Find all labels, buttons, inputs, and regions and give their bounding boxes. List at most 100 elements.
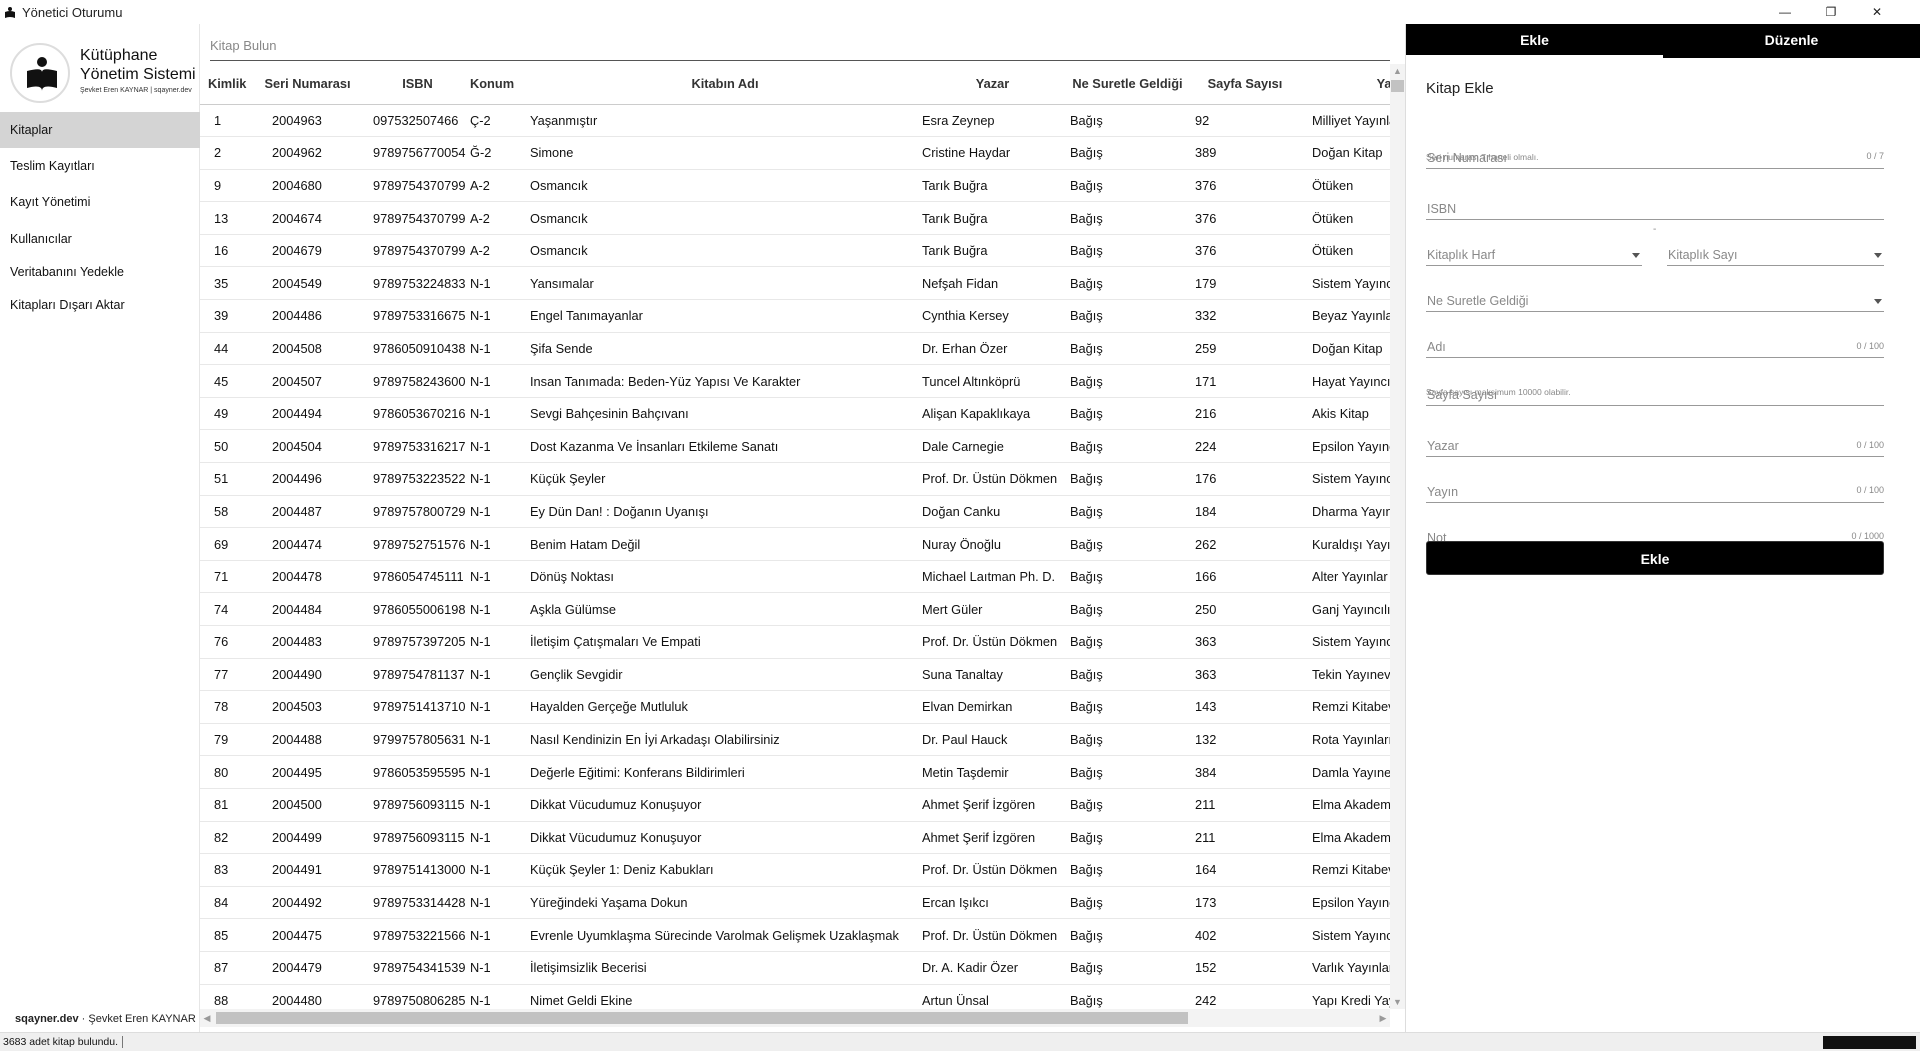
serial-number-counter: 0 / 7	[1866, 151, 1884, 161]
table-row[interactable]: 39 2004486 9789753316675 N-1 Engel Tanımayan…	[200, 299, 1390, 333]
shelf-letter-select[interactable]: Kitaplık Harf	[1426, 242, 1642, 266]
table-cell: 9789750806285	[365, 984, 470, 1009]
table-row[interactable]: 9 2004680 9789754370799 A-2 Osmancık Tarık Bu…	[200, 169, 1390, 203]
table-row[interactable]: 85 2004475 9789753221566 N-1 Evrenle Uyumkla…	[200, 918, 1390, 952]
sidebar-item-backup[interactable]: Veritabanını Yedekle	[0, 254, 200, 290]
table-cell: Nefşah Fidan	[920, 266, 1065, 301]
table-cell: Michael Laıtman Ph. D.	[920, 560, 1065, 594]
scroll-left-arrow-icon[interactable]: ◀	[200, 1009, 214, 1027]
table-cell: Akis Kitap	[1300, 397, 1390, 431]
table-row[interactable]: 78 2004503 9789751413710 N-1 Hayalden Gerçeğ…	[200, 690, 1390, 724]
column-header[interactable]: Kimlik	[200, 64, 250, 105]
table-cell: 242	[1190, 984, 1300, 1009]
table-cell: N-1	[470, 821, 530, 855]
vertical-scrollbar[interactable]: ▲ ▼	[1390, 64, 1405, 1009]
book-name-field[interactable]: Adı	[1426, 334, 1884, 358]
column-header[interactable]: Ne Suretle Geldiği	[1065, 64, 1190, 105]
author-field[interactable]: Yazar	[1426, 433, 1884, 457]
publisher-field[interactable]: Yayın	[1426, 479, 1884, 503]
horizontal-scroll-thumb[interactable]	[216, 1012, 1188, 1024]
acquisition-select[interactable]: Ne Suretle Geldiği	[1426, 288, 1884, 312]
column-header[interactable]: Yazar	[920, 64, 1065, 105]
table-row[interactable]: 87 2004479 9789754341539 N-1 İletişimsizlik …	[200, 951, 1390, 985]
table-row[interactable]: 80 2004495 9786053595595 N-1 Değerle Eğitimi…	[200, 755, 1390, 789]
table-cell: 2004962	[250, 136, 365, 170]
table-row[interactable]: 2 2004962 9789756770054 Ğ-2 Simone Cristine H…	[200, 136, 1390, 170]
table-row[interactable]: 1 2004963 097532507466 Ç-2 Yaşanmıştır Esra Z…	[200, 104, 1390, 138]
chevron-down-icon	[1874, 253, 1882, 258]
table-row[interactable]: 44 2004508 9786050910438 N-1 Şifa Sende Dr. E…	[200, 332, 1390, 366]
search-input[interactable]	[210, 31, 1390, 59]
table-row[interactable]: 79 2004488 9799757805631 N-1 Nasıl Kendinizi…	[200, 723, 1390, 757]
table-cell: Bağış	[1065, 755, 1190, 789]
table-cell: 332	[1190, 299, 1300, 333]
sidebar-item-users[interactable]: Kullanıcılar	[0, 221, 200, 257]
table-row[interactable]: 45 2004507 9789758243600 N-1 Insan Tanımada:…	[200, 364, 1390, 398]
shelf-number-placeholder: Kitaplık Sayı	[1668, 248, 1738, 262]
table-cell: 9789753221566	[365, 918, 470, 952]
table-cell: Artun Ünsal	[920, 984, 1065, 1009]
table-row[interactable]: 16 2004679 9789754370799 A-2 Osmancık Tarık B…	[200, 234, 1390, 268]
column-header[interactable]: Konum	[470, 64, 530, 105]
table-row[interactable]: 35 2004549 9789753224833 N-1 Yansımalar Nefşa…	[200, 266, 1390, 301]
table-cell: Alter Yayınlar	[1300, 560, 1390, 594]
column-header[interactable]: Kitabın Adı	[530, 64, 920, 105]
column-header[interactable]: ISBN	[365, 64, 470, 105]
table-row[interactable]: 81 2004500 9789756093115 N-1 Dikkat Vücudumu…	[200, 788, 1390, 822]
sidebar-item-deliveries[interactable]: Teslim Kayıtları	[0, 148, 200, 184]
minimize-button[interactable]: —	[1762, 0, 1808, 24]
form-title: Kitap Ekle	[1426, 80, 1494, 97]
sidebar-item-books[interactable]: Kitaplar	[0, 112, 200, 148]
sidebar-item-export[interactable]: Kitapları Dışarı Aktar	[0, 287, 200, 323]
table-row[interactable]: 50 2004504 9789753316217 N-1 Dost Kazanma Ve…	[200, 429, 1390, 464]
restore-button[interactable]: ❐	[1808, 0, 1854, 24]
column-header[interactable]: Sayfa Sayısı	[1190, 64, 1300, 105]
table-row[interactable]: 71 2004478 9786054745111 N-1 Dönüş Noktası Mi…	[200, 560, 1390, 594]
table-cell: Ahmet Şerif İzgören	[920, 788, 1065, 822]
table-cell: 224	[1190, 429, 1300, 464]
table-row[interactable]: 49 2004494 9786053670216 N-1 Sevgi Bahçesini…	[200, 397, 1390, 431]
table-cell: Gençlik Sevgidir	[530, 658, 920, 692]
table-row[interactable]: 76 2004483 9789757397205 N-1 İletişim Çatışm…	[200, 625, 1390, 659]
shelf-number-select[interactable]: Kitaplık Sayı	[1667, 242, 1884, 266]
add-book-button[interactable]: Ekle	[1426, 541, 1884, 575]
table-cell: N-1	[470, 853, 530, 887]
book-reader-icon	[27, 57, 57, 91]
table-cell: Bağış	[1065, 984, 1190, 1009]
column-header[interactable]: Yayın	[1300, 64, 1390, 105]
table-row[interactable]: 82 2004499 9789756093115 N-1 Dikkat Vücudumu…	[200, 821, 1390, 855]
scroll-down-arrow-icon[interactable]: ▼	[1390, 995, 1405, 1009]
table-cell: Dale Carnegie	[920, 429, 1065, 464]
table-row[interactable]: 84 2004492 9789753314428 N-1 Yüreğindeki Yaş…	[200, 886, 1390, 920]
table-cell: 9789753223522	[365, 462, 470, 496]
table-row[interactable]: 74 2004484 9786055006198 N-1 Aşkla Gülümse Me…	[200, 592, 1390, 626]
scroll-right-arrow-icon[interactable]: ▶	[1376, 1009, 1390, 1027]
table-row[interactable]: 51 2004496 9789753223522 N-1 Küçük Şeyler Pro…	[200, 462, 1390, 496]
table-row[interactable]: 69 2004474 9789752751576 N-1 Benim Hatam Değ…	[200, 527, 1390, 561]
table-cell: Bağış	[1065, 592, 1190, 626]
table-cell: 9	[200, 169, 250, 203]
scroll-up-arrow-icon[interactable]: ▲	[1390, 64, 1405, 78]
tab-edit[interactable]: Düzenle	[1663, 24, 1920, 58]
isbn-field[interactable]: ISBN	[1426, 196, 1884, 220]
table-cell: 9786053670216	[365, 397, 470, 431]
table-cell: Dikkat Vücudumuz Konuşuyor	[530, 821, 920, 855]
table-row[interactable]: 83 2004491 9789751413000 N-1 Küçük Şeyler 1:…	[200, 853, 1390, 887]
table-row[interactable]: 88 2004480 9789750806285 N-1 Nimet Geldi Eki…	[200, 984, 1390, 1009]
column-header[interactable]: Seri Numarası	[250, 64, 365, 105]
table-cell: Ötüken	[1300, 169, 1390, 203]
tab-add[interactable]: Ekle	[1406, 24, 1663, 58]
table-cell: N-1	[470, 788, 530, 822]
close-button[interactable]: ✕	[1854, 0, 1900, 24]
table-cell: 2004679	[250, 234, 365, 268]
table-row[interactable]: 58 2004487 9789757800729 N-1 Ey Dün Dan! : D…	[200, 495, 1390, 529]
table-cell: Sevgi Bahçesinin Bahçıvanı	[530, 397, 920, 431]
vertical-scroll-thumb[interactable]	[1391, 80, 1404, 92]
table-row[interactable]: 13 2004674 9789754370799 A-2 Osmancık Tarık B…	[200, 201, 1390, 235]
table-cell: 81	[200, 788, 250, 822]
book-name-counter: 0 / 100	[1856, 341, 1884, 351]
table-row[interactable]: 77 2004490 9789754781137 N-1 Gençlik Sevgidi…	[200, 658, 1390, 692]
sidebar-item-records[interactable]: Kayıt Yönetimi	[0, 184, 200, 220]
horizontal-scrollbar[interactable]: ◀ ▶	[200, 1009, 1390, 1027]
publisher-counter: 0 / 100	[1856, 485, 1884, 495]
